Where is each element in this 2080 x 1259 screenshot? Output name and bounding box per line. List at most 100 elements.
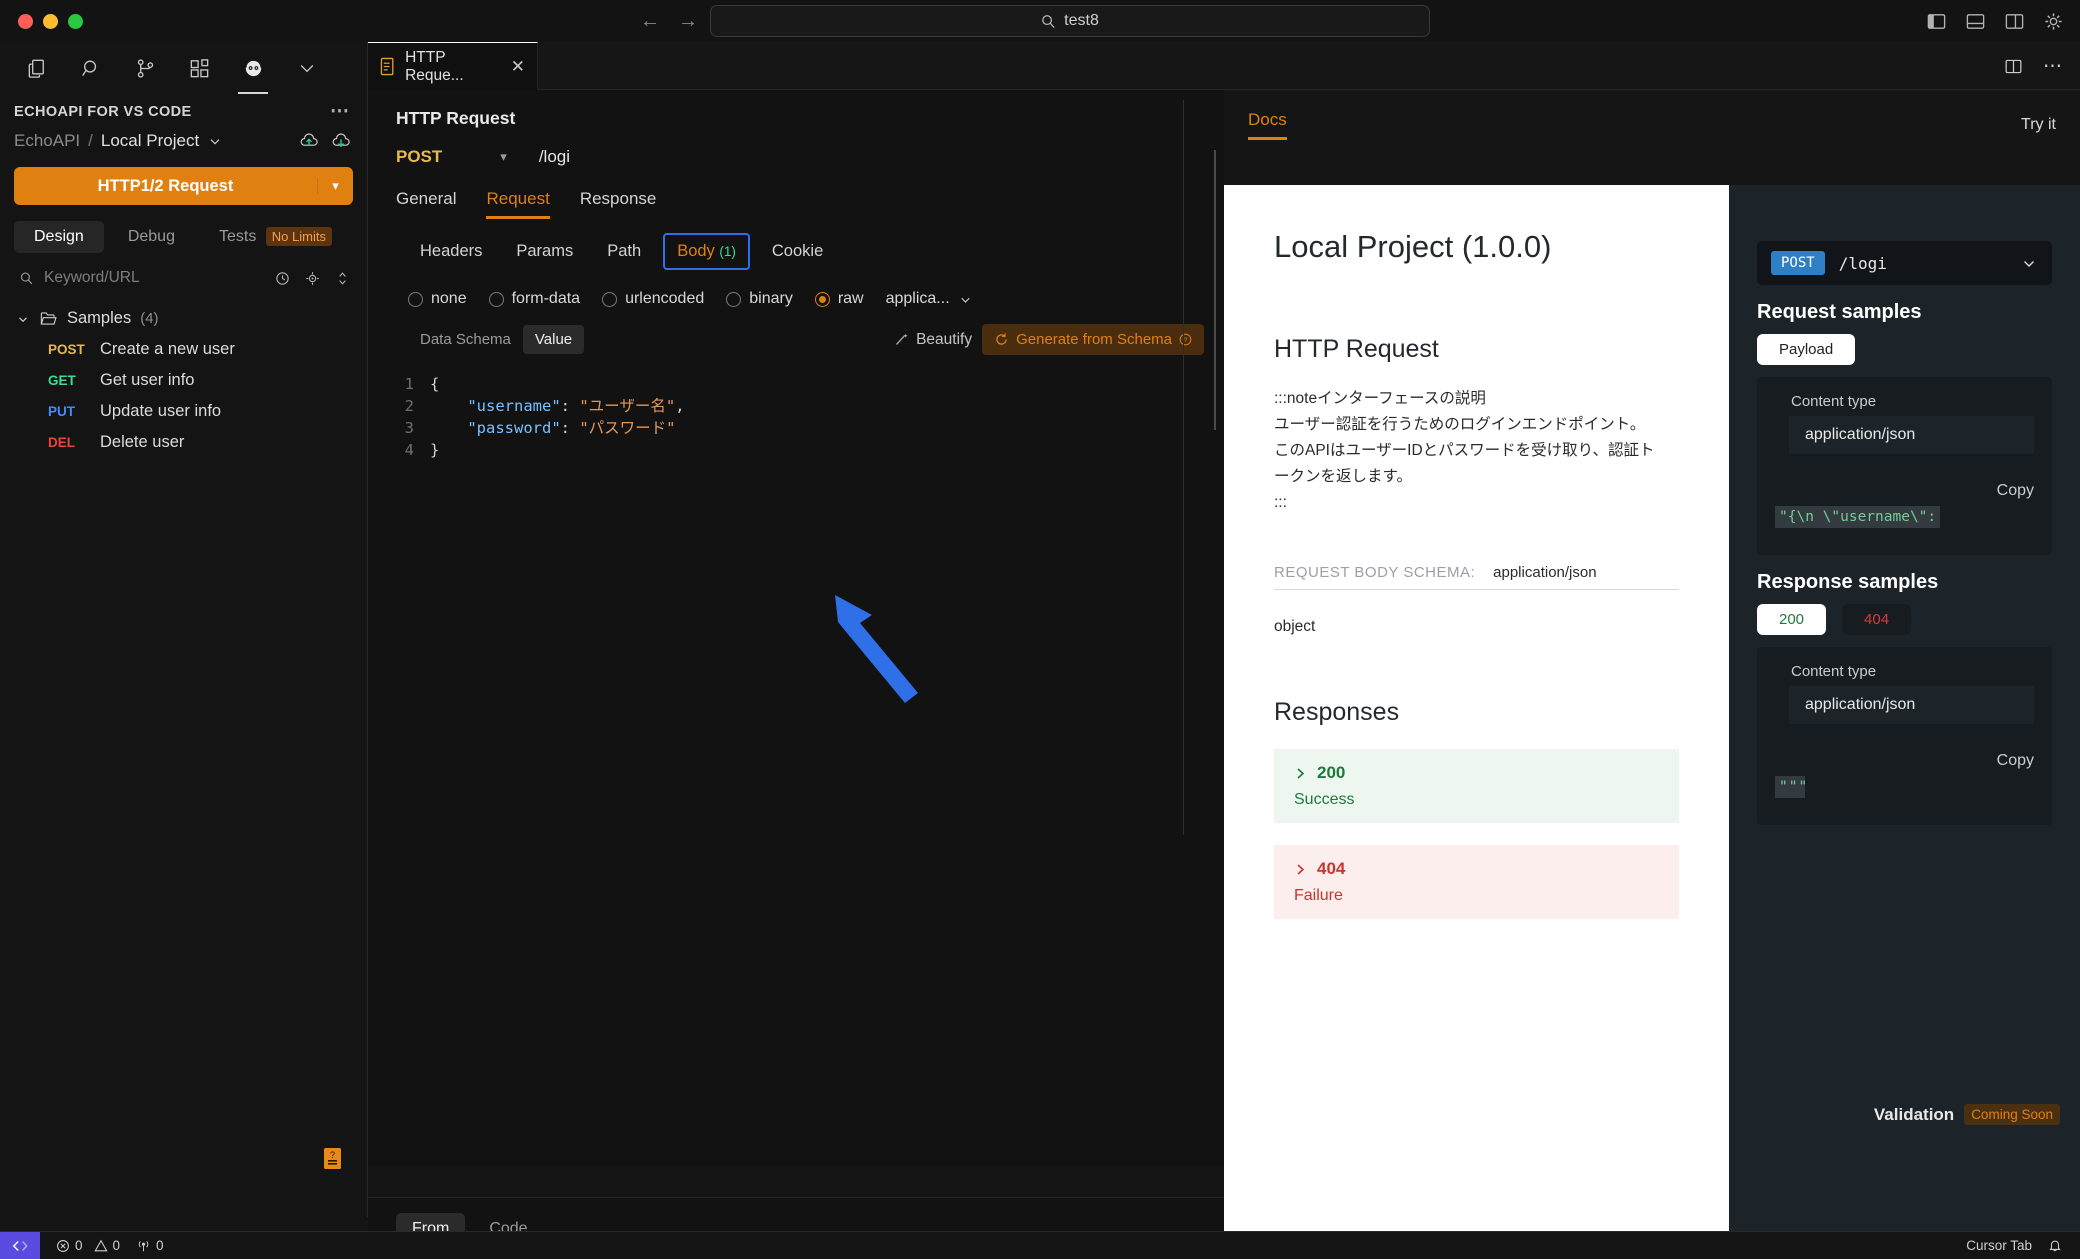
tab-params[interactable]: Params: [504, 235, 585, 268]
tree-folder-samples[interactable]: Samples (4): [0, 303, 367, 334]
request-name: Create a new user: [100, 340, 235, 358]
toggle-primary-sidebar-icon[interactable]: [1926, 11, 1947, 32]
chevron-down-icon[interactable]: [16, 312, 30, 326]
toggle-secondary-sidebar-icon[interactable]: [2004, 11, 2025, 32]
body-type-form-data[interactable]: form-data: [488, 290, 580, 308]
history-icon[interactable]: [274, 270, 291, 287]
body-type-urlencoded[interactable]: urlencoded: [602, 290, 704, 308]
method-selector[interactable]: POST: [396, 147, 442, 167]
endpoint-bar[interactable]: POST /logi: [1757, 241, 2052, 285]
bell-icon[interactable]: [2048, 1238, 2062, 1253]
body-type-binary-label: binary: [749, 290, 793, 307]
cloud-download-icon[interactable]: [331, 131, 351, 151]
breadcrumb-project[interactable]: Local Project: [101, 131, 199, 151]
pill-payload[interactable]: Payload: [1757, 334, 1856, 365]
maximize-window-button[interactable]: [68, 13, 83, 29]
tab-cookie[interactable]: Cookie: [760, 235, 835, 268]
gear-icon[interactable]: [2043, 11, 2064, 32]
split-editor-icon[interactable]: [2004, 57, 2023, 76]
minimize-window-button[interactable]: [43, 13, 58, 29]
docs-response-200[interactable]: 200 Success: [1274, 749, 1679, 823]
close-window-button[interactable]: [18, 13, 33, 29]
api-doc-icon[interactable]: ?: [323, 1147, 343, 1171]
tab-data-schema[interactable]: Data Schema: [408, 325, 523, 354]
chevron-right-icon[interactable]: [1294, 767, 1307, 780]
chevron-right-icon[interactable]: [1294, 863, 1307, 876]
docs-description-line: このAPIはユーザーIDとパスワードを受け取り、認証ト: [1274, 442, 1655, 459]
chevron-down-icon[interactable]: [207, 133, 223, 149]
tab-value[interactable]: Value: [522, 325, 585, 354]
chevron-down-icon[interactable]: ▾: [317, 178, 353, 194]
echoapi-icon[interactable]: [226, 45, 280, 94]
pane-divider[interactable]: [1183, 100, 1184, 835]
wand-icon: [896, 333, 908, 345]
tab-path-label: Path: [607, 242, 642, 260]
search-icon[interactable]: [64, 45, 118, 91]
body-type-raw[interactable]: raw: [814, 290, 864, 308]
try-it-button[interactable]: Try it: [2021, 116, 2056, 134]
breadcrumb-root[interactable]: EchoAPI: [14, 131, 80, 151]
tab-docs[interactable]: Docs: [1248, 110, 1287, 140]
new-http-request-button[interactable]: HTTP1/2 Request ▾: [14, 167, 353, 205]
breadcrumb-separator: /: [88, 131, 93, 150]
command-search-input[interactable]: test8: [710, 5, 1430, 37]
sidebar-tab-tests[interactable]: Tests No Limits: [199, 221, 352, 253]
ellipsis-icon[interactable]: ⋯: [2043, 55, 2064, 78]
tab-path[interactable]: Path: [595, 235, 653, 268]
arrow-right-icon[interactable]: →: [678, 10, 698, 33]
docs-response-404[interactable]: 404 Failure: [1274, 845, 1679, 919]
sidebar-tab-design[interactable]: Design: [14, 221, 104, 253]
cursor-tab-status[interactable]: Cursor Tab: [1966, 1238, 2032, 1253]
toggle-panel-icon[interactable]: [1965, 11, 1986, 32]
status-ports[interactable]: 0: [136, 1238, 164, 1253]
tab-request[interactable]: Request: [486, 189, 551, 219]
chevron-down-icon[interactable]: [280, 45, 334, 91]
ellipsis-icon[interactable]: ⋯: [330, 100, 351, 123]
tab-general[interactable]: General: [396, 189, 456, 219]
help-circle-icon[interactable]: ?: [1179, 333, 1192, 346]
cloud-upload-icon[interactable]: [299, 131, 319, 151]
pill-404[interactable]: 404: [1842, 604, 1912, 635]
chevron-down-icon[interactable]: [958, 292, 973, 307]
docs-description-line: ークンを返します。: [1274, 468, 1412, 485]
list-item[interactable]: POST Create a new user: [0, 334, 367, 365]
navigation-arrows[interactable]: ← →: [640, 10, 698, 33]
locate-icon[interactable]: [304, 270, 321, 287]
body-editor-toolbar: Data Schema Value Beautify Generate from…: [368, 308, 1224, 355]
remote-window-icon[interactable]: [0, 1231, 40, 1259]
list-item[interactable]: PUT Update user info: [0, 396, 367, 427]
close-icon[interactable]: ✕: [511, 57, 525, 77]
sort-icon[interactable]: [334, 270, 351, 287]
list-item[interactable]: DEL Delete user: [0, 427, 367, 458]
chevron-down-icon[interactable]: ▾: [500, 149, 507, 165]
request-copy-button[interactable]: Copy: [1775, 482, 2034, 500]
pill-200[interactable]: 200: [1757, 604, 1827, 635]
window-traffic-lights[interactable]: [18, 13, 83, 29]
chevron-down-icon[interactable]: [2020, 254, 2038, 272]
explorer-icon[interactable]: [10, 45, 64, 91]
sidebar-search-input[interactable]: Keyword/URL: [44, 269, 140, 287]
source-control-icon[interactable]: [118, 45, 172, 91]
tab-value-label: Value: [534, 331, 573, 348]
editor-scrollbar[interactable]: [1214, 150, 1216, 430]
body-code-editor[interactable]: 1{ 2 "username": "ユーザー名", 3 "password": …: [368, 367, 1224, 461]
generate-from-schema-button[interactable]: Generate from Schema ?: [982, 324, 1204, 355]
sidebar-tab-debug[interactable]: Debug: [108, 221, 195, 253]
tab-body[interactable]: Body (1): [663, 233, 750, 270]
beautify-button[interactable]: Beautify: [894, 331, 972, 349]
arrow-left-icon[interactable]: ←: [640, 10, 660, 33]
list-item[interactable]: GET Get user info: [0, 365, 367, 396]
body-type-none[interactable]: none: [408, 290, 467, 308]
tab-headers[interactable]: Headers: [408, 235, 494, 268]
tab-response[interactable]: Response: [580, 189, 657, 219]
body-type-binary[interactable]: binary: [726, 290, 793, 308]
status-errors[interactable]: 0 0: [56, 1238, 120, 1253]
response-copy-button[interactable]: Copy: [1775, 752, 2034, 770]
url-input[interactable]: /logi: [539, 147, 570, 167]
line-number: 1: [404, 375, 414, 393]
editor-tab-http-request[interactable]: HTTP Reque... ✕: [368, 42, 538, 90]
sidebar-section-title-row: ECHOAPI FOR VS CODE ⋯: [0, 94, 367, 125]
content-type-selector[interactable]: applica...: [886, 290, 973, 308]
docs-response-desc: Failure: [1294, 887, 1343, 904]
extensions-icon[interactable]: [172, 45, 226, 91]
